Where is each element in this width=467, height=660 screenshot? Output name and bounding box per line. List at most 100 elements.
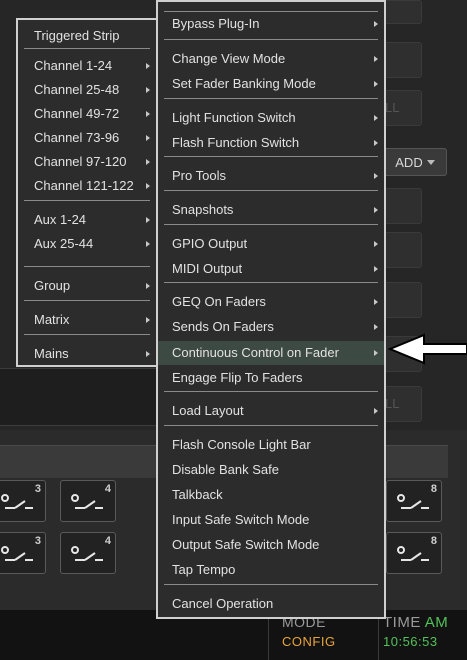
bg-button-8[interactable]: LL	[380, 386, 422, 422]
bg-button-5[interactable]	[380, 232, 422, 268]
bg-button-6[interactable]	[380, 282, 422, 318]
submenu-item-label: Group	[34, 278, 71, 293]
menu-item-label: Sends On Faders	[172, 319, 274, 334]
menu-item-label: Engage Flip To Faders	[172, 370, 303, 385]
menu-item-input-safe-switch-mode[interactable]: Input Safe Switch Mode	[158, 508, 384, 532]
submenu-item-matrix[interactable]: Matrix	[18, 308, 156, 332]
submenu-item-label: Channel 121-122	[34, 178, 134, 193]
bg-button-2[interactable]	[380, 42, 422, 78]
submenu-item-channel-97-120[interactable]: Channel 97-120	[18, 150, 156, 174]
menu-item-geq-on-faders[interactable]: GEQ On Faders	[158, 290, 384, 314]
menu-item-bypass-plug-in[interactable]: Bypass Plug-In	[158, 12, 384, 36]
function-switch[interactable]: 4	[60, 532, 116, 574]
menu-item-label: Light Function Switch	[172, 110, 296, 125]
chevron-down-icon	[426, 159, 435, 165]
submenu-item-label: Aux 25-44	[34, 236, 94, 251]
menu-item-midi-output[interactable]: MIDI Output	[158, 257, 384, 281]
menu-separator	[164, 425, 378, 426]
add-label: ADD	[395, 154, 423, 170]
switch-number: 8	[430, 535, 437, 547]
menu-separator	[164, 584, 378, 585]
menu-item-pro-tools[interactable]: Pro Tools	[158, 164, 384, 188]
submenu-item-channel-73-96[interactable]: Channel 73-96	[18, 126, 156, 150]
submenu-item-channel-1-24[interactable]: Channel 1-24	[18, 54, 156, 78]
bg-button-3[interactable]: LL	[380, 90, 422, 126]
menu-item-engage-flip-to-faders[interactable]: Engage Flip To Faders	[158, 366, 384, 390]
chevron-right-icon	[374, 21, 378, 27]
menu-separator	[164, 391, 378, 392]
submenu-item-channel-25-48[interactable]: Channel 25-48	[18, 78, 156, 102]
function-switch[interactable]: 8	[386, 532, 442, 574]
chevron-right-icon	[146, 63, 150, 69]
menu-separator	[24, 48, 150, 49]
switch-number: 3	[34, 535, 41, 547]
menu-item-change-view-mode[interactable]: Change View Mode	[158, 47, 384, 71]
menu-item-talkback[interactable]: Talkback	[158, 483, 384, 507]
status-divider	[268, 612, 269, 660]
menu-item-flash-console-light-bar[interactable]: Flash Console Light Bar	[158, 433, 384, 457]
bg-button-1[interactable]	[380, 0, 422, 24]
mode-value: CONFIG	[282, 634, 336, 649]
menu-separator	[164, 39, 378, 40]
submenu-item-aux-25-44[interactable]: Aux 25-44	[18, 232, 156, 256]
function-switch[interactable]: 3	[0, 532, 46, 574]
menu-item-cancel-operation[interactable]: Cancel Operation	[158, 592, 384, 616]
time-label-group: TIME AM	[383, 614, 448, 631]
time-label: TIME	[383, 614, 421, 631]
menu-item-label: GEQ On Faders	[172, 294, 266, 309]
chevron-right-icon	[374, 56, 378, 62]
menu-item-set-fader-banking-mode[interactable]: Set Fader Banking Mode	[158, 72, 384, 96]
menu-item-gpio-output[interactable]: GPIO Output	[158, 232, 384, 256]
chevron-right-icon	[374, 299, 378, 305]
menu-item-label: Output Safe Switch Mode	[172, 537, 320, 552]
submenu-item-group[interactable]: Group	[18, 274, 156, 298]
menu-item-sends-on-faders[interactable]: Sends On Faders	[158, 315, 384, 339]
submenu-item-channel-49-72[interactable]: Channel 49-72	[18, 102, 156, 126]
submenu-item-mains[interactable]: Mains	[18, 342, 156, 366]
menu-separator	[24, 334, 150, 335]
chevron-right-icon	[146, 217, 150, 223]
menu-separator	[24, 266, 150, 267]
chevron-right-icon	[146, 183, 150, 189]
menu-item-load-layout[interactable]: Load Layout	[158, 399, 384, 423]
menu-separator	[164, 98, 378, 99]
menu-separator	[164, 156, 378, 157]
function-switch[interactable]: 4	[60, 480, 116, 522]
chevron-right-icon	[146, 241, 150, 247]
menu-item-label: Change View Mode	[172, 51, 286, 66]
submenu-item-triggered-strip[interactable]: Triggered Strip	[18, 24, 156, 48]
menu-item-label: Flash Function Switch	[172, 135, 300, 150]
chevron-right-icon	[374, 81, 378, 87]
submenu-item-label: Channel 1-24	[34, 58, 113, 73]
menu-item-label: Bypass Plug-In	[172, 16, 260, 31]
submenu-item-label: Channel 73-96	[34, 130, 120, 145]
chevron-right-icon	[146, 351, 150, 357]
menu-separator	[164, 282, 378, 283]
menu-item-tap-tempo[interactable]: Tap Tempo	[158, 558, 384, 582]
submenu-item-channel-121-122[interactable]: Channel 121-122	[18, 174, 156, 198]
chevron-right-icon	[146, 87, 150, 93]
add-dropdown[interactable]: ADD	[383, 148, 447, 176]
chevron-right-icon	[146, 135, 150, 141]
menu-item-label: Disable Bank Safe	[172, 462, 279, 477]
chevron-right-icon	[146, 283, 150, 289]
menu-item-output-safe-switch-mode[interactable]: Output Safe Switch Mode	[158, 533, 384, 557]
menu-separator	[24, 300, 150, 301]
partial-label: LL	[385, 100, 400, 115]
menu-item-label: Continuous Control on Fader	[172, 345, 339, 360]
switch-number: 4	[104, 483, 111, 495]
switch-number: 8	[430, 483, 437, 495]
function-switch[interactable]: 8	[386, 480, 442, 522]
menu-item-disable-bank-safe[interactable]: Disable Bank Safe	[158, 458, 384, 482]
function-switch[interactable]: 3	[0, 480, 46, 522]
menu-item-continuous-control-on-fader[interactable]: Continuous Control on Fader	[158, 341, 384, 365]
menu-item-label: Cancel Operation	[172, 596, 274, 611]
menu-item-snapshots[interactable]: Snapshots	[158, 198, 384, 222]
submenu-item-label: Matrix	[34, 312, 70, 327]
chevron-right-icon	[374, 408, 378, 414]
submenu-item-aux-1-24[interactable]: Aux 1-24	[18, 208, 156, 232]
chevron-right-icon	[146, 159, 150, 165]
bg-button-4[interactable]	[380, 188, 422, 224]
menu-item-flash-function-switch[interactable]: Flash Function Switch	[158, 131, 384, 155]
menu-item-light-function-switch[interactable]: Light Function Switch	[158, 106, 384, 130]
